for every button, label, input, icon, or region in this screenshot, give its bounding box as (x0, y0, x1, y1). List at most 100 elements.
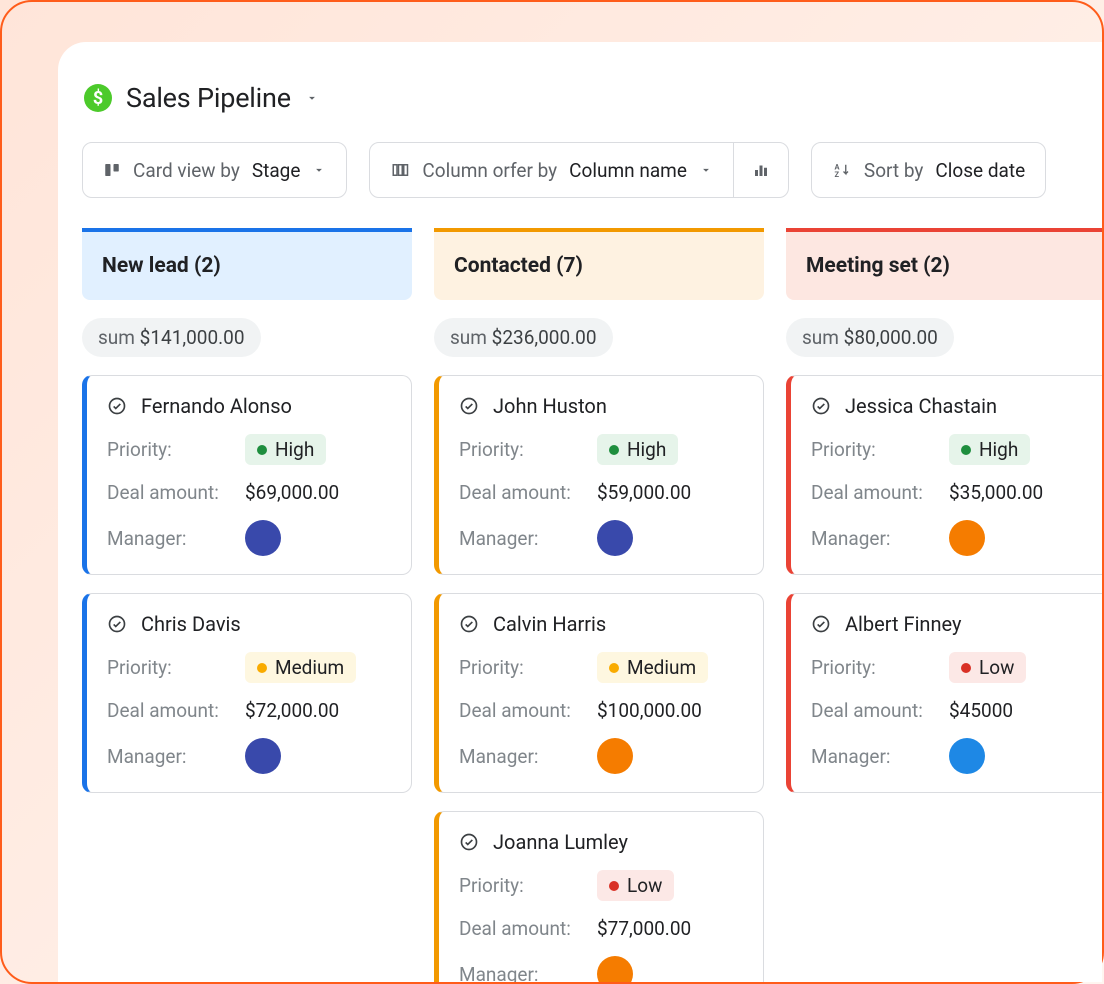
deal-amount-row: Deal amount: $59,000.00 (459, 481, 743, 504)
priority-row: Priority:High (811, 434, 1095, 465)
deal-amount-label: Deal amount: (811, 481, 937, 504)
card-name: Albert Finney (845, 612, 961, 636)
priority-value: High (275, 438, 314, 461)
manager-avatar[interactable] (597, 520, 633, 556)
app-window: $ Sales Pipeline Card view by Stage (58, 42, 1102, 982)
sort-alpha-icon: AZ (832, 161, 852, 179)
deal-amount-row: Deal amount:$72,000.00 (107, 699, 391, 722)
chevron-down-icon[interactable] (305, 91, 319, 105)
manager-label: Manager: (459, 527, 585, 550)
priority-value: Medium (275, 656, 344, 679)
deal-amount-row: Deal amount:$69,000.00 (107, 481, 391, 504)
deal-amount-label: Deal amount: (459, 917, 585, 940)
card-title-row: Chris Davis (107, 612, 391, 636)
sum-label: sum (98, 326, 135, 349)
svg-text:Z: Z (834, 170, 839, 179)
check-circle-icon (459, 614, 479, 634)
card-name: Calvin Harris (493, 612, 606, 636)
chevron-down-icon (699, 163, 713, 177)
kanban-board: New lead (2) sum $141,000.00 Fernando Alon… (82, 228, 1102, 982)
manager-avatar[interactable] (597, 738, 633, 774)
manager-avatar[interactable] (245, 738, 281, 774)
card-name: Chris Davis (141, 612, 241, 636)
deal-card[interactable]: Fernando Alonso Priority: High Deal amount:… (82, 375, 412, 575)
deal-amount-label: Deal amount: (459, 481, 585, 504)
deal-amount-value: $59,000.00 (597, 481, 691, 504)
deal-card[interactable]: Calvin HarrisPriority:MediumDeal amount:… (434, 593, 764, 793)
deal-amount-row: Deal amount: $77,000.00 (459, 917, 743, 940)
column-order-selector[interactable]: Column orfer by Column name (370, 143, 732, 197)
manager-avatar[interactable] (949, 520, 985, 556)
priority-dot-icon (609, 445, 619, 455)
priority-dot-icon (609, 881, 619, 891)
page-title: Sales Pipeline (126, 82, 291, 114)
bar-chart-icon (752, 161, 770, 179)
priority-label: Priority: (107, 438, 233, 461)
priority-row: Priority: High (459, 434, 743, 465)
priority-row: Priority:Low (811, 652, 1095, 683)
manager-label: Manager: (811, 527, 937, 550)
page-header: $ Sales Pipeline (82, 82, 1102, 114)
column-sum: sum $141,000.00 (82, 318, 261, 357)
outer-frame: $ Sales Pipeline Card view by Stage (2, 2, 1102, 982)
priority-label: Priority: (459, 874, 585, 897)
card-view-value: Stage (252, 159, 301, 182)
card-view-label: Card view by (133, 159, 240, 182)
manager-label: Manager: (107, 745, 233, 768)
manager-avatar[interactable] (949, 738, 985, 774)
columns-icon (390, 161, 410, 179)
card-title-row: Albert Finney (811, 612, 1095, 636)
deal-card[interactable]: Jessica Chastain Priority:High Deal amount… (786, 375, 1102, 575)
manager-avatar[interactable] (597, 956, 633, 982)
manager-row: Manager: (459, 520, 743, 556)
column-order-value: Column name (569, 159, 687, 182)
deal-card[interactable]: John HustonPriority:HighDeal amount:$59,… (434, 375, 764, 575)
deal-amount-label: Deal amount: (811, 699, 937, 722)
column-header[interactable]: New lead (2) (82, 228, 412, 300)
manager-row: Manager: (459, 956, 743, 982)
check-circle-icon (459, 832, 479, 852)
deal-amount-value: $77,000.00 (597, 917, 691, 940)
priority-pill: Medium (597, 652, 708, 683)
card-title-row: Joanna Lumley (459, 830, 743, 854)
card-name: Jessica Chastain (845, 394, 997, 418)
check-circle-icon (107, 396, 127, 416)
priority-dot-icon (961, 663, 971, 673)
column-new_lead: New lead (2) sum $141,000.00 Fernando Alon… (82, 228, 412, 982)
priority-value: High (627, 438, 666, 461)
manager-avatar[interactable] (245, 520, 281, 556)
deal-amount-value: $100,000.00 (597, 699, 702, 722)
deal-card[interactable]: Joanna Lumley Priority: Low Deal amount: $77… (434, 811, 764, 982)
manager-row: Manager: (811, 738, 1095, 774)
column-contacted: Contacted (7)sum $236,000.00John HustonP… (434, 228, 764, 982)
column-header[interactable]: Contacted (7) (434, 228, 764, 300)
deal-amount-value: $72,000.00 (245, 699, 339, 722)
check-circle-icon (459, 396, 479, 416)
priority-label: Priority: (459, 438, 585, 461)
priority-dot-icon (257, 663, 267, 673)
check-circle-icon (811, 614, 831, 634)
card-name: Fernando Alonso (141, 394, 292, 418)
priority-pill: Low (949, 652, 1026, 683)
deal-card[interactable]: Albert FinneyPriority:LowDeal amount:$45… (786, 593, 1102, 793)
sum-value: $236,000.00 (492, 326, 597, 349)
priority-value: High (979, 438, 1018, 461)
deal-amount-value: $69,000.00 (245, 481, 339, 504)
check-circle-icon (811, 396, 831, 416)
deal-card[interactable]: Chris Davis Priority: Medium Deal amount:$7… (82, 593, 412, 793)
card-view-selector[interactable]: Card view by Stage (82, 142, 347, 198)
priority-row: Priority: High (107, 434, 391, 465)
deal-amount-value: $35,000.00 (949, 481, 1043, 504)
priority-pill: High (949, 434, 1030, 465)
board-icon (103, 161, 121, 179)
column-sum: sum $80,000.00 (786, 318, 954, 357)
chart-button[interactable] (734, 143, 788, 197)
priority-value: Low (627, 874, 662, 897)
sort-selector[interactable]: AZ Sort by Close date (811, 142, 1046, 198)
card-name: Joanna Lumley (493, 830, 628, 854)
deal-amount-row: Deal amount:$100,000.00 (459, 699, 743, 722)
column-header[interactable]: Meeting set (2) (786, 228, 1102, 300)
priority-label: Priority: (107, 656, 233, 679)
sum-value: $80,000.00 (844, 326, 938, 349)
card-title-row: Calvin Harris (459, 612, 743, 636)
